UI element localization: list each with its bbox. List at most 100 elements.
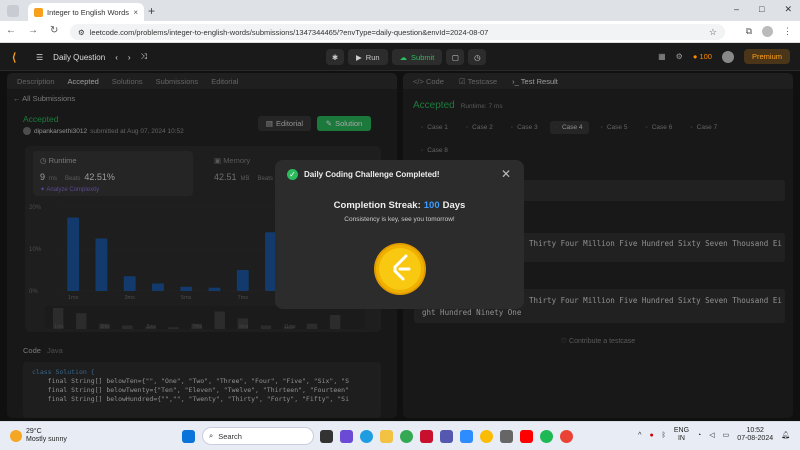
submit-button[interactable]: ☁ Submit <box>391 49 443 65</box>
browser-tab[interactable]: Integer to English Words - Leet × <box>28 3 144 21</box>
reload-icon[interactable]: ↻ <box>50 25 58 36</box>
bug-icon: ✱ <box>331 52 339 62</box>
streak-label: Completion Streak: <box>333 200 421 211</box>
fire-icon: ● <box>692 52 698 61</box>
cloud-upload-icon: ☁ <box>399 52 408 62</box>
clock-button[interactable]: ◷ <box>468 49 487 65</box>
completion-streak: Completion Streak: 100 Days <box>275 200 524 211</box>
run-toolbar: ✱ ▶ Run ☁ Submit ▢ ◷ <box>326 49 487 65</box>
spotify-icon[interactable] <box>540 430 553 443</box>
streak-counter[interactable]: ● 100 <box>693 52 712 61</box>
next-icon[interactable]: › <box>128 53 131 62</box>
list-icon[interactable]: ☰ <box>36 53 43 62</box>
tab-title: Integer to English Words - Leet <box>47 7 129 17</box>
sun-icon <box>10 430 22 442</box>
bookmark-star-icon[interactable]: ☆ <box>709 27 717 38</box>
menu-icon[interactable]: ⋮ <box>783 26 792 37</box>
settings-icon[interactable]: ⚙ <box>676 52 683 61</box>
modal-close-icon[interactable]: ✕ <box>501 167 511 181</box>
forward-icon[interactable]: → <box>28 25 38 36</box>
premium-button[interactable]: Premium <box>743 49 790 64</box>
camera-icon[interactable]: ● <box>649 432 653 439</box>
battery-icon[interactable]: ▭ <box>723 431 730 439</box>
chevron-up-icon[interactable]: ^ <box>638 432 641 439</box>
search-placeholder: Search <box>218 431 242 441</box>
note-icon: ▢ <box>451 52 459 62</box>
taskbar-search[interactable]: ⌕ Search <box>202 427 314 445</box>
window-controls: – □ ✕ <box>734 4 792 15</box>
zoom-icon[interactable] <box>460 430 473 443</box>
daily-question-link[interactable]: Daily Question <box>53 53 105 62</box>
navbar-right: ▦ ⚙ ● 100 Premium <box>658 49 790 64</box>
windows-start-icon[interactable] <box>182 430 195 443</box>
maximize-icon[interactable]: □ <box>759 4 764 15</box>
tab-search-icon[interactable] <box>7 5 19 17</box>
wifi-icon[interactable]: ◔ <box>697 432 701 439</box>
debug-button[interactable]: ✱ <box>326 49 344 65</box>
file-explorer-icon[interactable] <box>380 430 393 443</box>
minimize-icon[interactable]: – <box>734 4 739 15</box>
browser-toolbar-icons: ⧉ ⋮ <box>746 26 792 37</box>
bluetooth-icon[interactable]: ᛒ <box>662 432 666 439</box>
notes-button[interactable]: ▢ <box>446 49 465 65</box>
submit-label: Submit <box>411 52 435 62</box>
url-text: leetcode.com/problems/integer-to-english… <box>89 27 489 37</box>
video-icon[interactable] <box>340 430 353 443</box>
layout-icon[interactable]: ▦ <box>658 52 666 61</box>
close-window-icon[interactable]: ✕ <box>784 4 792 15</box>
weather-widget[interactable]: 29°C Mostly sunny <box>10 428 67 444</box>
weather-desc: Mostly sunny <box>26 436 67 443</box>
chrome-icon[interactable] <box>480 430 493 443</box>
clock-icon: ◷ <box>474 52 481 62</box>
run-label: Run <box>365 52 380 62</box>
daily-question-nav: ☰ Daily Question ‹ › ⤨ <box>36 52 147 62</box>
leetcode-favicon-icon <box>34 7 43 17</box>
tab-close-icon[interactable]: × <box>133 8 138 17</box>
site-info-icon[interactable]: ⚙ <box>78 28 85 37</box>
play-icon: ▶ <box>356 52 362 62</box>
teams-icon[interactable] <box>440 430 453 443</box>
app-icon[interactable] <box>500 430 513 443</box>
edge-icon[interactable] <box>360 430 373 443</box>
check-circle-icon: ✓ <box>287 169 298 180</box>
chrome-icon[interactable] <box>400 430 413 443</box>
new-tab-button[interactable]: + <box>148 4 155 18</box>
leetcode-navbar: ⟨ ☰ Daily Question ‹ › ⤨ ✱ ▶ Run ☁ Submit … <box>0 43 800 71</box>
leetcode-logo-icon[interactable]: ⟨ <box>12 51 24 64</box>
weather-temp: 29°C <box>26 428 42 435</box>
task-view-icon[interactable] <box>320 430 333 443</box>
shuffle-icon[interactable]: ⤨ <box>141 52 147 62</box>
streak-count: 100 <box>699 52 712 61</box>
taskbar-icons <box>182 430 195 443</box>
run-button[interactable]: ▶ Run <box>348 49 388 65</box>
volume-icon[interactable]: ◁ <box>709 431 714 439</box>
daily-challenge-modal: ✓ Daily Coding Challenge Completed! ✕ Co… <box>275 160 524 309</box>
modal-title: Daily Coding Challenge Completed! <box>304 170 440 179</box>
prev-icon[interactable]: ‹ <box>115 53 118 62</box>
chrome-active-icon[interactable] <box>560 430 573 443</box>
language-indicator[interactable]: ENG IN <box>674 427 689 443</box>
system-tray: ^ ● ᛒ ENG IN ◔ ◁ ▭ 10:52 07-08-2024 🔔︎ <box>638 427 790 443</box>
consistency-message: Consistency is key, see you tomorrow! <box>344 216 455 223</box>
profile-icon[interactable] <box>762 26 773 37</box>
user-avatar[interactable] <box>721 50 734 63</box>
lang-text: ENG <box>673 427 690 434</box>
leetcode-coin-icon <box>376 245 424 293</box>
address-bar-row: ← → ↻ ⚙ leetcode.com/problems/integer-to… <box>0 21 800 43</box>
streak-unit: Days <box>442 200 466 211</box>
clock[interactable]: 10:52 07-08-2024 <box>737 427 773 443</box>
search-icon: ⌕ <box>209 431 214 440</box>
extensions-icon[interactable]: ⧉ <box>746 26 752 37</box>
region-text: IN <box>677 435 685 442</box>
browser-tab-bar: Integer to English Words - Leet × + – □ … <box>0 0 800 21</box>
url-field[interactable]: ⚙ leetcode.com/problems/integer-to-engli… <box>70 24 725 40</box>
back-icon[interactable]: ← <box>6 25 16 36</box>
youtube-icon[interactable] <box>520 430 533 443</box>
windows-taskbar: 29°C Mostly sunny ⌕ Search ^ ● ᛒ ENG IN ◔ … <box>0 421 800 450</box>
date-text: 07-08-2024 <box>737 435 774 442</box>
streak-value: 100 <box>423 200 440 211</box>
pinned-apps <box>320 430 573 443</box>
notification-icon[interactable]: 🔔︎ <box>781 431 790 439</box>
mcafee-icon[interactable] <box>420 430 433 443</box>
coin-logo-icon <box>393 254 411 281</box>
